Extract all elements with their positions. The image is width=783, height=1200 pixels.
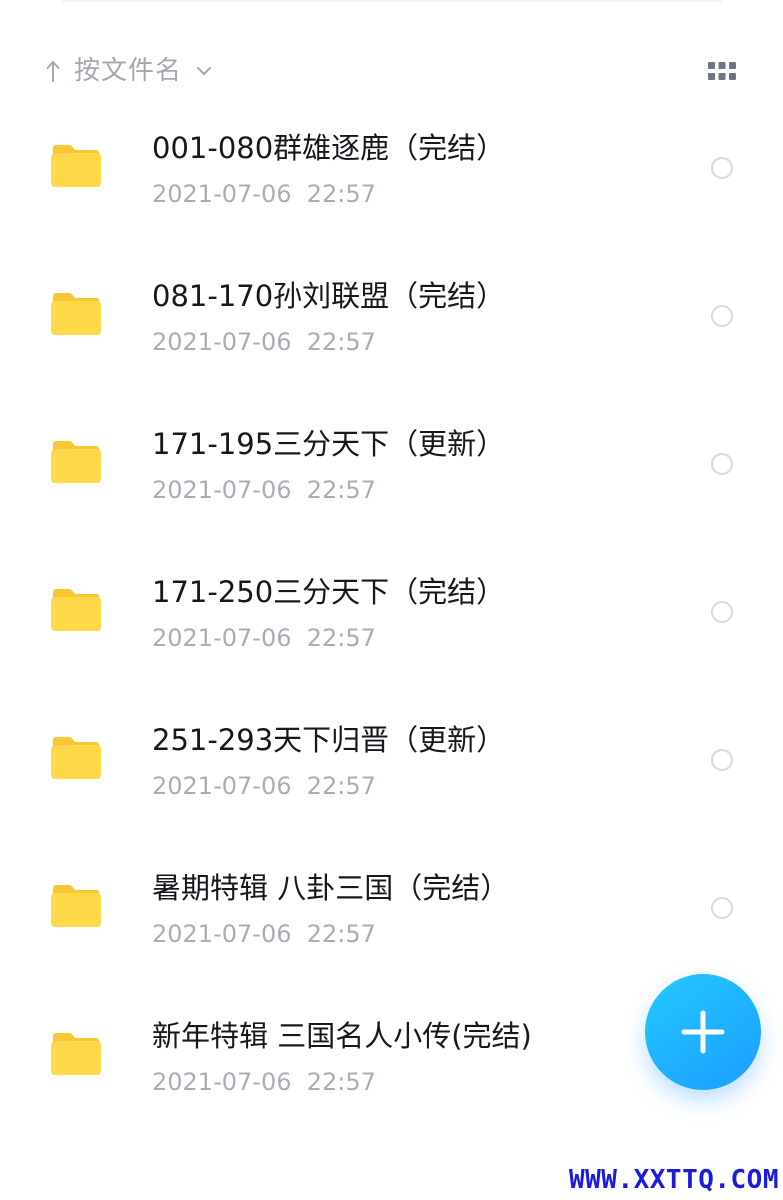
grid-view-icon[interactable] [706,58,738,84]
watermark: WWW.XXTTQ.COM [569,1165,779,1195]
select-checkbox[interactable] [711,305,733,327]
file-date: 2021-07-06 22:57 [152,920,376,948]
folder-icon [50,292,102,336]
file-name: 171-195三分天下（更新） [152,427,506,461]
select-checkbox[interactable] [711,897,733,919]
sort-label: 按文件名 [74,56,183,86]
file-date: 2021-07-06 22:57 [152,476,376,504]
file-name: 暑期特辑 八卦三国（完结） [152,871,510,905]
arrow-up-icon [40,60,66,82]
select-checkbox[interactable] [711,601,733,623]
file-name: 171-250三分天下（完结） [152,575,506,609]
file-date: 2021-07-06 22:57 [152,328,376,356]
file-date: 2021-07-06 22:57 [152,180,376,208]
file-list-item[interactable]: 171-250三分天下（完结） 2021-07-06 22:57 [0,564,783,712]
folder-icon [50,440,102,484]
file-date: 2021-07-06 22:57 [152,772,376,800]
folder-icon [50,588,102,632]
file-name: 081-170孙刘联盟（完结） [152,279,506,313]
file-list-item[interactable]: 081-170孙刘联盟（完结） 2021-07-06 22:57 [0,268,783,416]
file-list-item[interactable]: 251-293天下归晋（更新） 2021-07-06 22:57 [0,712,783,860]
select-checkbox[interactable] [711,749,733,771]
folder-icon [50,884,102,928]
sort-by-name-control[interactable]: 按文件名 [40,40,212,102]
file-date: 2021-07-06 22:57 [152,1068,376,1096]
file-list-item[interactable]: 171-195三分天下（更新） 2021-07-06 22:57 [0,416,783,564]
sort-bar: 按文件名 [0,40,783,102]
folder-icon [50,736,102,780]
select-checkbox[interactable] [711,453,733,475]
file-list-item[interactable]: 暑期特辑 八卦三国（完结） 2021-07-06 22:57 [0,860,783,1008]
file-name: 251-293天下归晋（更新） [152,723,506,757]
file-date: 2021-07-06 22:57 [152,624,376,652]
add-button[interactable] [645,974,761,1090]
folder-icon [50,144,102,188]
select-checkbox[interactable] [711,157,733,179]
file-name: 新年特辑 三国名人小传(完结) [152,1019,532,1053]
chevron-down-icon [196,66,212,76]
plus-icon [681,1010,725,1054]
file-list-item[interactable]: 001-080群雄逐鹿（完结） 2021-07-06 22:57 [0,120,783,268]
top-divider [62,0,722,2]
file-name: 001-080群雄逐鹿（完结） [152,131,506,165]
folder-icon [50,1032,102,1076]
